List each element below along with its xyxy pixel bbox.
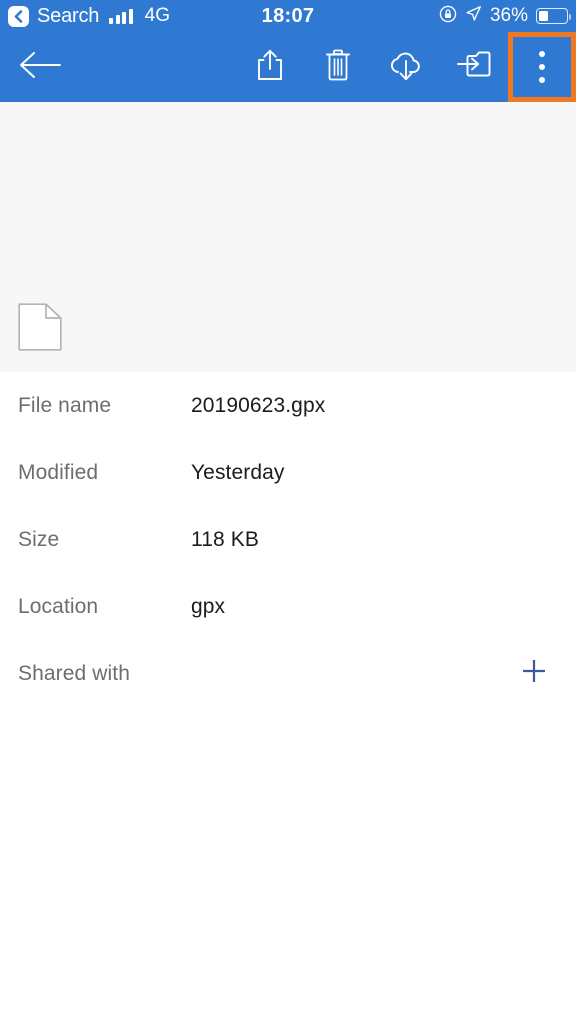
plus-icon xyxy=(521,658,547,689)
shared-with-label: Shared with xyxy=(18,661,130,685)
back-button[interactable] xyxy=(12,32,68,102)
move-button[interactable] xyxy=(440,32,508,102)
cloud-download-icon xyxy=(388,48,424,87)
file-details-screen: Search 4G 18:07 36% File name 20190623.g… xyxy=(0,0,576,1024)
more-options-button[interactable] xyxy=(508,32,576,102)
detail-label: Size xyxy=(18,527,60,551)
document-icon xyxy=(18,303,62,356)
add-share-button[interactable] xyxy=(514,654,554,694)
detail-label: Modified xyxy=(18,460,99,484)
detail-value: gpx xyxy=(191,594,226,618)
file-preview-area xyxy=(0,102,576,372)
detail-value: 20190623.gpx xyxy=(191,393,326,417)
location-arrow-icon xyxy=(465,5,482,27)
rotation-lock-icon xyxy=(439,5,457,28)
table-row: File name 20190623.gpx xyxy=(18,372,558,439)
app-toolbar xyxy=(0,32,576,102)
toolbar-actions xyxy=(236,32,576,102)
file-details-list: File name 20190623.gpx Modified Yesterda… xyxy=(0,372,576,707)
detail-label: Location xyxy=(18,594,99,618)
arrow-left-icon xyxy=(18,49,62,86)
table-row: Location gpx xyxy=(18,573,558,640)
detail-value: Yesterday xyxy=(191,460,285,484)
share-icon xyxy=(255,48,285,87)
status-bar: Search 4G 18:07 36% xyxy=(0,0,576,32)
shared-with-row: Shared with xyxy=(18,640,558,707)
trash-icon xyxy=(323,48,353,87)
battery-percent-label: 36% xyxy=(489,5,528,26)
share-button[interactable] xyxy=(236,32,304,102)
status-bar-right: 36% xyxy=(439,0,571,32)
move-to-folder-icon xyxy=(456,49,492,86)
detail-value: 118 KB xyxy=(191,527,259,551)
detail-label: File name xyxy=(18,393,112,417)
overflow-menu-icon xyxy=(539,51,545,83)
delete-button[interactable] xyxy=(304,32,372,102)
battery-icon xyxy=(536,8,571,24)
download-button[interactable] xyxy=(372,32,440,102)
table-row: Size 118 KB xyxy=(18,506,558,573)
table-row: Modified Yesterday xyxy=(18,439,558,506)
